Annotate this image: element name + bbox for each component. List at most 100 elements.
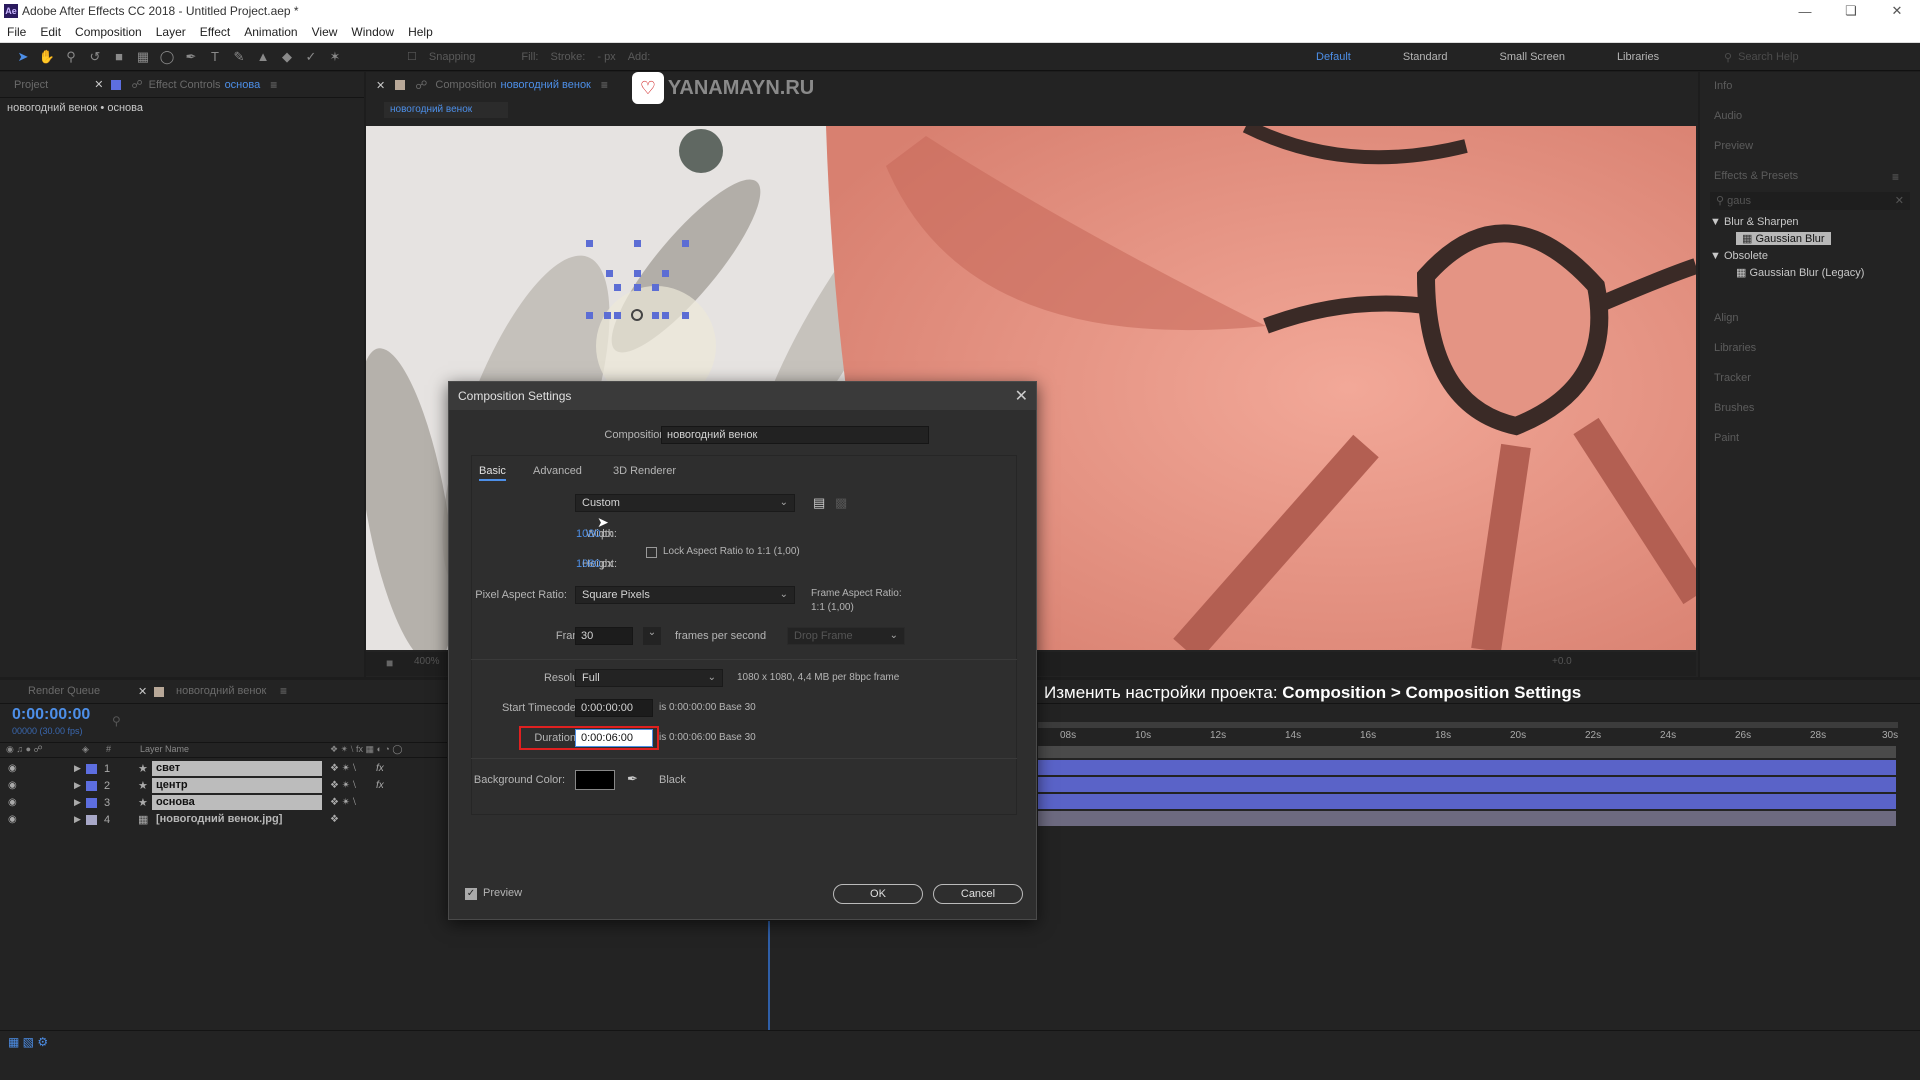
hand-tool-icon[interactable]: ✋ (38, 49, 56, 65)
layer-duration-bar[interactable] (1038, 794, 1896, 809)
tab-advanced[interactable]: Advanced (533, 465, 582, 477)
bg-color-swatch[interactable] (575, 770, 615, 790)
search-help-input[interactable]: ⚲ Search Help (1724, 48, 1914, 66)
menu-composition[interactable]: Composition (75, 25, 142, 39)
panel-align[interactable]: Align (1714, 312, 1738, 324)
current-time-indicator[interactable] (768, 921, 770, 1031)
tab-basic[interactable]: Basic (479, 465, 506, 481)
preview-checkbox[interactable]: ✓ (465, 888, 477, 900)
tab-timeline-comp[interactable]: новогодний венок (176, 685, 266, 697)
current-timecode[interactable]: 0:00:00:00 (12, 706, 90, 724)
workspace-default[interactable]: Default (1316, 51, 1351, 63)
layer-row[interactable]: ◉ ▶ 2 ★ центр ❖ ✴ ⧵ fx (0, 777, 447, 794)
zoom-tool-icon[interactable]: ⚲ (62, 49, 80, 65)
layer-label-color[interactable] (86, 763, 97, 774)
zoom-level[interactable]: 400% (414, 656, 440, 667)
resolution-select[interactable]: Full ⌄ (575, 669, 723, 687)
pan-behind-tool-icon[interactable]: ▦ (134, 49, 152, 65)
menu-view[interactable]: View (312, 25, 338, 39)
close-icon[interactable]: ✕ (1015, 386, 1028, 406)
brush-tool-icon[interactable]: ✎ (230, 49, 248, 65)
panel-preview[interactable]: Preview (1714, 140, 1753, 152)
menu-edit[interactable]: Edit (40, 25, 61, 39)
close-tab-icon[interactable]: ✕ (138, 685, 147, 698)
fx-switch[interactable]: fx (376, 763, 384, 774)
tab-render-queue[interactable]: Render Queue (28, 685, 100, 697)
close-window-icon[interactable]: ✕ (1874, 0, 1920, 22)
visibility-eye-icon[interactable]: ◉ (8, 763, 17, 774)
workspace-small-screen[interactable]: Small Screen (1500, 51, 1565, 63)
frame-rate-dropdown-icon[interactable]: ⌄ (643, 627, 661, 645)
roto-brush-tool-icon[interactable]: ✓ (302, 49, 320, 65)
layer-switches[interactable]: ❖ ✴ ⧵ (330, 763, 356, 774)
layer-duration-bar[interactable] (1038, 760, 1896, 775)
layer-duration-bar[interactable] (1038, 811, 1896, 826)
menu-animation[interactable]: Animation (244, 25, 297, 39)
tab-effect-controls[interactable]: Effect Controls (149, 79, 221, 91)
clear-search-icon[interactable]: ✕ (1895, 194, 1904, 207)
lock-icon[interactable]: ☍ (131, 78, 142, 91)
twirl-down-icon[interactable]: ▶ (74, 780, 81, 791)
eyedropper-icon[interactable]: ✒ (627, 771, 638, 787)
panel-effects-presets[interactable]: Effects & Presets (1714, 170, 1798, 182)
work-area-bar[interactable] (1038, 722, 1898, 728)
menu-effect[interactable]: Effect (200, 25, 230, 39)
layer-search-input[interactable]: ⚲ (112, 714, 442, 732)
layer-row[interactable]: ◉ ▶ 4 ▦ [новогодний венок.jpg] ❖ (0, 811, 447, 828)
panel-menu-icon[interactable]: ≡ (1892, 170, 1899, 184)
render-icon[interactable]: ▦ ▧ ⚙ (8, 1035, 48, 1049)
panel-paint[interactable]: Paint (1714, 432, 1739, 444)
snapping-checkbox-icon[interactable]: ☐ (407, 50, 417, 63)
camera-tool-icon[interactable]: ■ (110, 49, 128, 65)
layer-label-color[interactable] (86, 814, 97, 825)
layer-row[interactable]: ◉ ▶ 3 ★ основа ❖ ✴ ⧵ (0, 794, 447, 811)
workspace-standard[interactable]: Standard (1403, 51, 1448, 63)
fx-switch[interactable]: fx (376, 780, 384, 791)
comp-breadcrumb[interactable]: новогодний венок (384, 102, 508, 118)
height-value[interactable]: 1080 (576, 558, 600, 570)
menu-window[interactable]: Window (351, 25, 394, 39)
clone-stamp-tool-icon[interactable]: ▲ (254, 49, 272, 65)
panel-menu-icon[interactable]: ≡ (280, 684, 287, 698)
column-layer-name[interactable]: Layer Name (140, 744, 189, 754)
frame-rate-input[interactable]: 30 (575, 627, 633, 645)
layer-duration-bar[interactable] (1038, 777, 1896, 792)
twirl-down-icon[interactable]: ▶ (74, 797, 81, 808)
panel-brushes[interactable]: Brushes (1714, 402, 1754, 414)
twirl-down-icon[interactable]: ▶ (74, 763, 81, 774)
tab-project[interactable]: Project (14, 79, 48, 91)
delete-preset-icon[interactable]: ▩ (835, 495, 847, 511)
tab-3d-renderer[interactable]: 3D Renderer (613, 465, 676, 477)
comp-name-input[interactable]: новогодний венок (661, 426, 929, 444)
visibility-eye-icon[interactable]: ◉ (8, 814, 17, 825)
twirl-down-icon[interactable]: ▶ (74, 814, 81, 825)
menu-layer[interactable]: Layer (156, 25, 186, 39)
restore-icon[interactable]: ❏ (1828, 0, 1874, 22)
layer-switches[interactable]: ❖ ✴ ⧵ (330, 780, 356, 791)
layer-name[interactable]: центр (152, 778, 322, 793)
effect-gaussian-blur-legacy[interactable]: ▦ Gaussian Blur (Legacy) (1736, 266, 1864, 279)
ellipse-tool-icon[interactable]: ◯ (158, 49, 176, 65)
save-preset-icon[interactable]: ▤ (813, 495, 825, 511)
exposure-value[interactable]: +0.0 (1552, 656, 1572, 667)
panel-audio[interactable]: Audio (1714, 110, 1742, 122)
lock-aspect-checkbox[interactable] (646, 547, 657, 558)
selection-tool-icon[interactable]: ➤ (14, 49, 32, 65)
tab-composition[interactable]: Composition (435, 79, 496, 91)
close-tab-icon[interactable]: ✕ (376, 79, 385, 92)
time-ruler[interactable]: 08s 10s 12s 14s 16s 18s 20s 22s 24s 26s … (1038, 730, 1898, 744)
minimize-icon[interactable]: — (1782, 0, 1828, 22)
preset-select[interactable]: Custom ⌄ (575, 494, 795, 512)
panel-menu-icon[interactable]: ≡ (270, 78, 277, 92)
panel-info[interactable]: Info (1714, 80, 1732, 92)
layer-switches[interactable]: ❖ (330, 814, 339, 825)
tree-obsolete[interactable]: ▼ Obsolete (1710, 250, 1768, 262)
lock-icon[interactable]: ☍ (415, 78, 427, 92)
pen-tool-icon[interactable]: ✒ (182, 49, 200, 65)
panel-menu-icon[interactable]: ≡ (601, 78, 608, 92)
width-value[interactable]: 1080 (576, 528, 600, 540)
start-timecode-input[interactable]: 0:00:00:00 (575, 699, 653, 717)
effects-search-input[interactable]: ⚲ gaus ✕ (1710, 192, 1910, 210)
menu-help[interactable]: Help (408, 25, 433, 39)
ok-button[interactable]: OK (833, 884, 923, 904)
